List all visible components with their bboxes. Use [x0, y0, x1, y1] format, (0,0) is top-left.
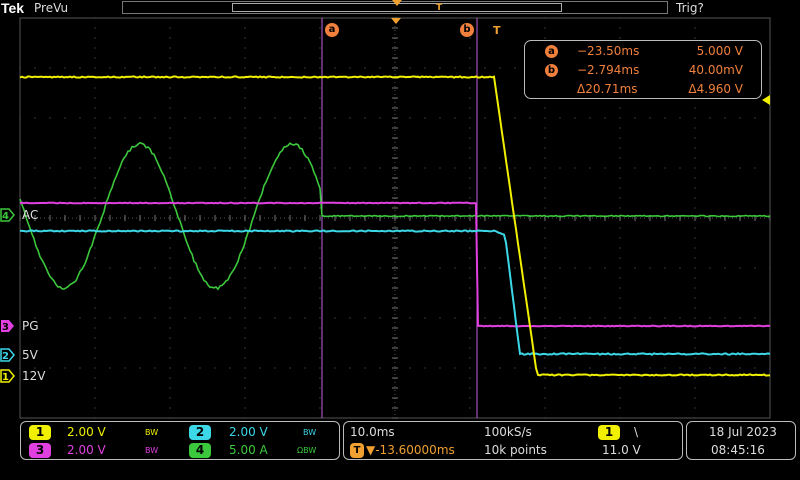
trigger-position[interactable]: ▼-13.60000ms: [366, 443, 455, 457]
ch2-label: 5V: [22, 348, 38, 362]
readout-a-badge: a: [545, 45, 558, 58]
vertical-settings-panel[interactable]: 1 2.00 V BW 2 2.00 V BW 3 2.00 V BW 4 5.…: [20, 421, 340, 460]
readout-a-time: −23.50ms: [577, 44, 639, 58]
readout-delta-volt: Δ4.960 V: [688, 82, 743, 96]
timebase[interactable]: 10.0ms: [350, 425, 395, 439]
readout-b-badge: b: [545, 64, 558, 77]
trigger-position-label: T: [493, 24, 501, 37]
ch3-bw-limit: BW: [145, 446, 158, 455]
readout-row-a: a −23.50ms 5.000 V: [525, 44, 763, 59]
ch1-badge[interactable]: 1: [29, 425, 51, 440]
cursor-b-label[interactable]: b: [460, 23, 474, 37]
horizontal-settings-panel[interactable]: 10.0ms 100kS/s T ▼-13.60000ms 10k points…: [343, 421, 683, 460]
trigger-source-badge[interactable]: 1: [598, 425, 620, 440]
ch4-ground-marker[interactable]: 4: [0, 208, 16, 222]
datetime-panel[interactable]: 18 Jul 2023 08:45:16: [686, 421, 796, 460]
cursor-readout[interactable]: a −23.50ms 5.000 V b −2.794ms 40.00mV Δ2…: [524, 40, 762, 99]
ch3-badge[interactable]: 3: [29, 443, 51, 458]
readout-b-time: −2.794ms: [577, 63, 639, 77]
trigger-level[interactable]: 11.0 V: [602, 443, 641, 457]
trigger-position-icon[interactable]: [391, 18, 401, 24]
readout-b-volt: 40.00mV: [689, 63, 743, 77]
record-length: 10k points: [484, 443, 547, 457]
trigger-level-icon[interactable]: [762, 95, 770, 105]
ch1-marker-num: 1: [2, 372, 9, 383]
ch3-scale[interactable]: 2.00 V: [67, 443, 106, 457]
ch1-scale[interactable]: 2.00 V: [67, 425, 106, 439]
readout-row-delta: Δ20.71ms Δ4.960 V: [525, 82, 763, 97]
ch3-marker-num: 3: [2, 322, 9, 333]
ch3-ground-marker[interactable]: 3: [0, 319, 16, 333]
readout-row-b: b −2.794ms 40.00mV: [525, 63, 763, 78]
ch4-waveform: [20, 143, 770, 289]
ch4-bw-limit: ΩBW: [297, 446, 316, 455]
ch2-marker-num: 2: [2, 351, 9, 362]
sample-rate: 100kS/s: [484, 425, 532, 439]
ch2-bw-limit: BW: [303, 428, 316, 437]
ch2-scale[interactable]: 2.00 V: [229, 425, 268, 439]
ch4-badge[interactable]: 4: [189, 443, 211, 458]
ch4-marker-num: 4: [2, 211, 9, 222]
ch4-label: AC: [22, 208, 38, 222]
trigger-slope[interactable]: \: [634, 425, 638, 439]
ch1-bw-limit: BW: [145, 428, 158, 437]
readout-delta-time: Δ20.71ms: [577, 82, 638, 96]
ch2-badge[interactable]: 2: [189, 425, 211, 440]
ch3-label: PG: [22, 319, 39, 333]
date: 18 Jul 2023: [709, 425, 777, 439]
ch1-ground-marker[interactable]: 1: [0, 369, 16, 383]
ch2-ground-marker[interactable]: 2: [0, 348, 16, 362]
time: 08:45:16: [711, 443, 765, 457]
bottom-status-bar: 1 2.00 V BW 2 2.00 V BW 3 2.00 V BW 4 5.…: [0, 418, 800, 480]
cursor-a-label[interactable]: a: [325, 23, 339, 37]
ch1-label: 12V: [22, 369, 45, 383]
readout-a-volt: 5.000 V: [697, 44, 743, 58]
ch2-waveform: [20, 230, 770, 354]
trigger-position-icon-badge: T: [350, 443, 364, 458]
ch4-scale[interactable]: 5.00 A: [229, 443, 268, 457]
